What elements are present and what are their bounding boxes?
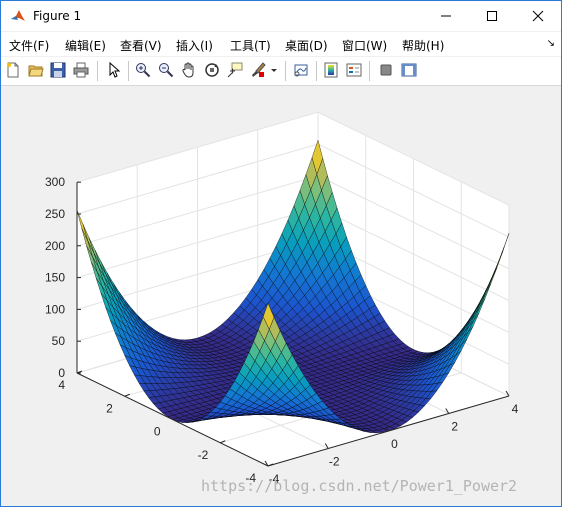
z-tick-label: 300 bbox=[45, 175, 65, 189]
data-cursor-icon[interactable] bbox=[227, 62, 243, 78]
show-plot-tools-icon[interactable] bbox=[401, 62, 417, 78]
z-tick-label: 100 bbox=[45, 302, 65, 316]
z-tick-label: 200 bbox=[45, 239, 65, 253]
maximize-icon bbox=[487, 11, 497, 21]
matlab-logo-icon bbox=[10, 8, 26, 24]
open-file-icon[interactable] bbox=[28, 62, 44, 78]
menu-view[interactable]: 查看(V) bbox=[120, 37, 162, 54]
figure-canvas: 0 50 100 150 200 250 300 -4 -2 0 2 4 -4 -2 0 2 4 bbox=[1, 86, 561, 506]
zoom-in-icon[interactable] bbox=[135, 62, 151, 78]
link-plot-icon[interactable] bbox=[293, 62, 309, 78]
zoom-out-icon[interactable] bbox=[158, 62, 174, 78]
menu-window[interactable]: 窗口(W) bbox=[342, 37, 387, 54]
rotate-3d-icon[interactable] bbox=[204, 62, 220, 78]
surface-plot[interactable]: 050100150200250300-4-2024-4-2024 bbox=[1, 86, 561, 506]
menu-desktop[interactable]: 桌面(D) bbox=[285, 37, 328, 54]
maximize-button[interactable] bbox=[469, 1, 515, 31]
print-icon[interactable] bbox=[73, 62, 89, 78]
toolbar-separator bbox=[97, 61, 98, 81]
toolbar-separator bbox=[128, 61, 129, 81]
y-tick-label: 0 bbox=[154, 425, 161, 439]
x-tick-label: 2 bbox=[451, 420, 458, 434]
y-tick-label: 4 bbox=[58, 378, 65, 392]
window-title: Figure 1 bbox=[33, 9, 82, 23]
x-tick-label: 4 bbox=[512, 402, 519, 416]
figure-window: Figure 1 文件(F) 编辑(E) 查看(V) 插入(I) 工具(T) 桌… bbox=[0, 0, 562, 507]
close-icon bbox=[532, 10, 544, 22]
y-tick-label: 2 bbox=[106, 401, 113, 415]
menu-bar: 文件(F) 编辑(E) 查看(V) 插入(I) 工具(T) 桌面(D) 窗口(W… bbox=[1, 32, 561, 56]
watermark: https://blog.csdn.net/Power1_Power2 bbox=[201, 477, 518, 495]
x-tick-label: 0 bbox=[391, 437, 398, 451]
y-tick-label: -2 bbox=[198, 448, 209, 462]
edit-plot-icon[interactable] bbox=[106, 62, 122, 78]
pan-icon[interactable] bbox=[181, 62, 197, 78]
new-figure-icon[interactable] bbox=[5, 62, 21, 78]
close-button[interactable] bbox=[515, 1, 561, 31]
menu-overflow-icon[interactable]: ↘ bbox=[547, 38, 555, 49]
menu-insert[interactable]: 插入(I) bbox=[176, 37, 213, 54]
brush-icon[interactable] bbox=[250, 62, 266, 78]
menu-help[interactable]: 帮助(H) bbox=[402, 37, 444, 54]
menu-edit[interactable]: 编辑(E) bbox=[65, 37, 106, 54]
colorbar-icon[interactable] bbox=[323, 62, 339, 78]
minimize-icon bbox=[441, 15, 451, 17]
save-icon[interactable] bbox=[50, 62, 66, 78]
minimize-button[interactable] bbox=[423, 1, 469, 31]
toolbar-separator bbox=[369, 61, 370, 81]
hide-plot-tools-icon[interactable] bbox=[378, 62, 394, 78]
title-bar[interactable]: Figure 1 bbox=[1, 1, 561, 31]
menu-file[interactable]: 文件(F) bbox=[9, 37, 49, 54]
legend-icon[interactable] bbox=[346, 62, 362, 78]
z-tick-label: 250 bbox=[45, 207, 65, 221]
toolbar-separator bbox=[316, 61, 317, 81]
x-tick-label: -2 bbox=[329, 455, 340, 469]
toolbar-separator bbox=[285, 61, 286, 81]
menu-tools[interactable]: 工具(T) bbox=[230, 37, 271, 54]
brush-dropdown-icon[interactable] bbox=[269, 62, 279, 78]
z-tick-label: 50 bbox=[52, 334, 66, 348]
toolbar bbox=[1, 57, 561, 86]
z-tick-label: 150 bbox=[45, 271, 65, 285]
